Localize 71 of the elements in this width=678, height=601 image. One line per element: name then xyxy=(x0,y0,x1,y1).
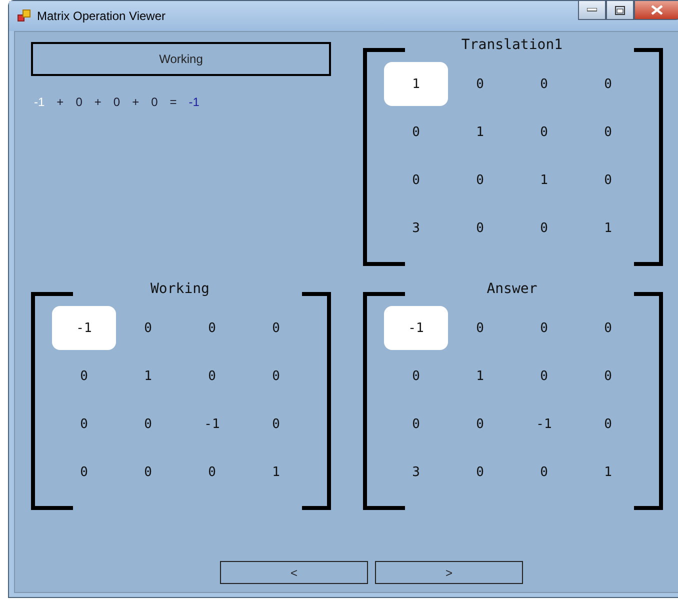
matrix-cell-text: 0 xyxy=(475,464,485,482)
minimize-icon xyxy=(587,8,597,12)
matrix-cell-text: 1 xyxy=(475,124,485,142)
matrix-cell-text: -1 xyxy=(535,416,553,434)
matrix-cell-text: 1 xyxy=(271,464,281,482)
matrix-cell-text: 0 xyxy=(207,368,217,386)
maximize-icon xyxy=(615,6,625,14)
equation-term: 0 xyxy=(76,95,82,109)
matrix-cell-text: 0 xyxy=(475,416,485,434)
matrix-cell-text: 0 xyxy=(79,464,89,482)
next-button[interactable]: > xyxy=(375,561,523,584)
matrix-cell-text: 0 xyxy=(143,464,153,482)
matrix-cell-text: 0 xyxy=(475,320,485,338)
matrix-cell-text: 0 xyxy=(539,368,549,386)
matrix-cell-text: 0 xyxy=(411,416,421,434)
matrix-cell-text: 1 xyxy=(539,172,549,190)
equation-term: + xyxy=(132,95,140,109)
matrix-cell-text: 0 xyxy=(475,172,485,190)
matrix-cell: -1 xyxy=(384,306,448,350)
matrix-cell-text: 0 xyxy=(143,416,153,434)
matrix-cell-text: 0 xyxy=(603,320,613,338)
matrix-cell-text: 0 xyxy=(539,464,549,482)
equation-term: -1 xyxy=(188,95,200,109)
app-icon xyxy=(17,9,31,23)
equation-term: + xyxy=(56,95,64,109)
equation-term: 0 xyxy=(113,95,120,109)
matrix-cell-text: 1 xyxy=(475,368,485,386)
minimize-button[interactable] xyxy=(578,1,606,20)
matrix-cell-text: 0 xyxy=(539,124,549,142)
previous-button[interactable]: < xyxy=(220,561,368,584)
matrix-cell-text: 0 xyxy=(603,124,613,142)
matrix-cell-text: 0 xyxy=(143,320,153,338)
window-title: Matrix Operation Viewer xyxy=(37,9,166,23)
matrix-cell: -1 xyxy=(52,306,116,350)
matrix-cell-text: -1 xyxy=(203,416,221,434)
matrix-cell: 1 xyxy=(384,62,448,106)
matrix-cell-text: 0 xyxy=(475,220,485,238)
matrix-title: Translation1 xyxy=(461,37,563,53)
matrix-cell-text: 0 xyxy=(539,76,549,94)
matrix-title: Working xyxy=(150,281,210,297)
matrix-cell-text: 0 xyxy=(603,416,613,434)
matrix-cell-text: 0 xyxy=(475,76,485,94)
matrix-cell-text: 3 xyxy=(411,220,421,238)
maximize-button[interactable] xyxy=(606,1,634,20)
matrix-cell-text: 1 xyxy=(143,368,153,386)
matrix-cell-text: 0 xyxy=(207,320,217,338)
matrix-cell-text: 1 xyxy=(603,464,613,482)
close-icon xyxy=(651,5,663,15)
equation-term: + xyxy=(94,95,102,109)
matrix-cell-text: 0 xyxy=(539,320,549,338)
equation-term: = xyxy=(170,95,177,109)
matrix-cell-text: 0 xyxy=(411,368,421,386)
matrix-cell-text: 0 xyxy=(603,368,613,386)
matrix-cell-text: 0 xyxy=(271,368,281,386)
matrix-cell-text: 0 xyxy=(603,172,613,190)
matrix-cell-text: 0 xyxy=(411,172,421,190)
close-button[interactable] xyxy=(634,1,678,20)
matrix-cell-text: 0 xyxy=(207,464,217,482)
matrix-cell-text: 0 xyxy=(271,416,281,434)
matrix-cell-text: 0 xyxy=(603,76,613,94)
equation-term: -1 xyxy=(34,95,45,109)
matrix-cell-text: 3 xyxy=(411,464,421,482)
equation-term: 0 xyxy=(151,95,158,109)
matrix-cell-text: 0 xyxy=(271,320,281,338)
matrix-cell-text: 0 xyxy=(411,124,421,142)
matrix-cell-text: 1 xyxy=(603,220,613,238)
status-label: Working xyxy=(31,42,331,76)
matrix-cell-text: 0 xyxy=(79,368,89,386)
matrix-cell-text: 0 xyxy=(79,416,89,434)
matrix-title: Answer xyxy=(486,281,538,297)
matrix-cell-text: 0 xyxy=(539,220,549,238)
